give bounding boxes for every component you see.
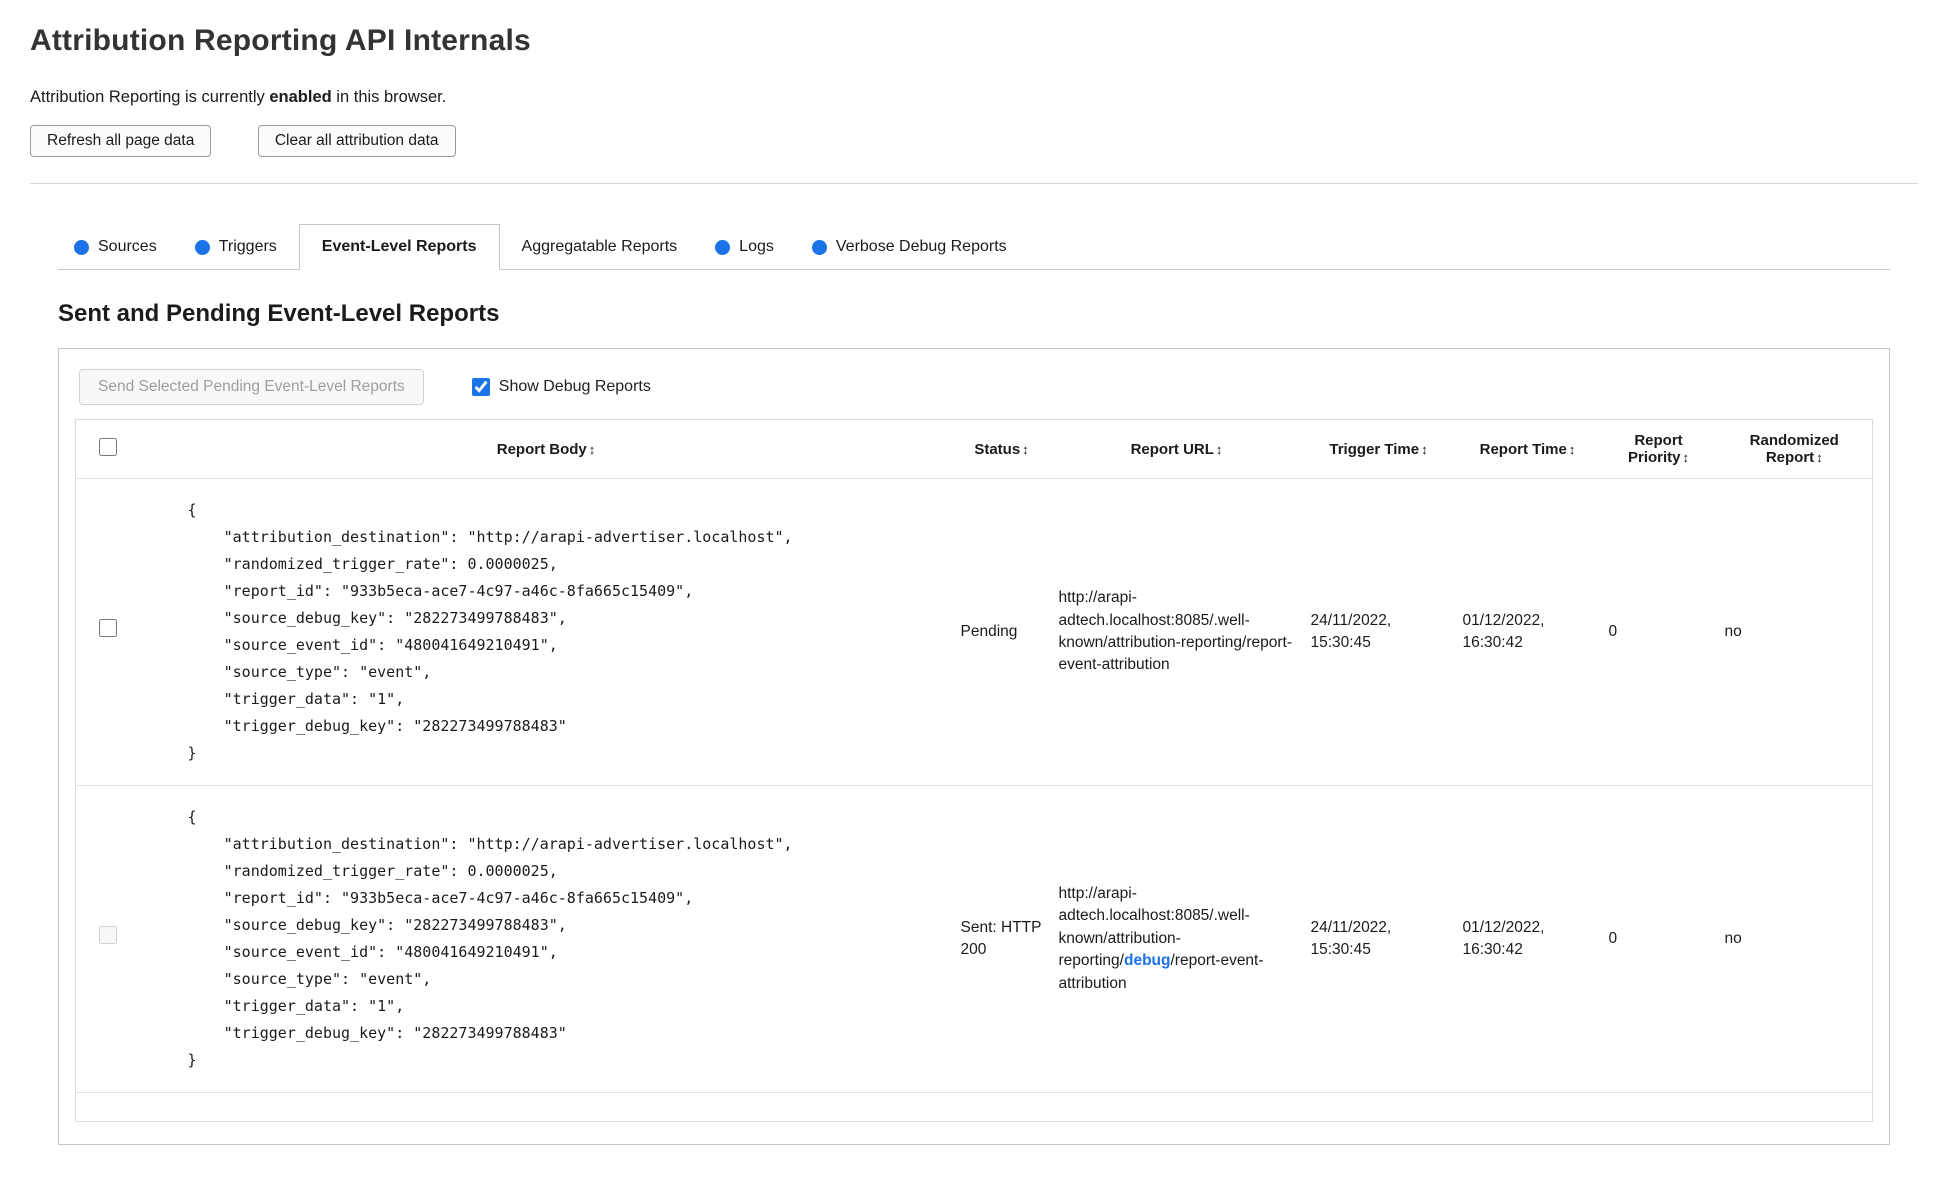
sort-icon: ↕ bbox=[1215, 441, 1223, 457]
col-header-report-priority[interactable]: Report Priority ↕ bbox=[1601, 420, 1717, 479]
refresh-all-button[interactable]: Refresh all page data bbox=[30, 125, 212, 157]
sort-icon: ↕ bbox=[1022, 441, 1029, 457]
show-debug-label: Show Debug Reports bbox=[498, 378, 651, 395]
status-text: Attribution Reporting is currently enabl… bbox=[30, 88, 1918, 107]
col-status-label: Status bbox=[974, 440, 1021, 458]
triggers-status-dot-icon bbox=[194, 239, 210, 255]
reports-table: Report Body ↕ Status ↕ Report URL ↕ Trigger… bbox=[75, 419, 1873, 1122]
report-priority: 0 bbox=[1608, 622, 1618, 640]
col-header-status[interactable]: Status ↕ bbox=[953, 420, 1051, 479]
report-status: Pending bbox=[960, 622, 1018, 640]
attribution-internals-page: Attribution Reporting API Internals Attr… bbox=[0, 0, 1948, 1175]
report-url: http://arapi-adtech.localhost:8085/.well… bbox=[1051, 479, 1303, 786]
randomized-report: no bbox=[1724, 622, 1742, 640]
tab-aggregatable-reports[interactable]: Aggregatable Reports bbox=[506, 225, 694, 269]
tab-verbose-debug-reports-label: Verbose Debug Reports bbox=[835, 238, 1007, 255]
sort-icon: ↕ bbox=[1568, 441, 1576, 457]
row-checkbox[interactable] bbox=[98, 619, 117, 638]
col-header-report-url[interactable]: Report URL ↕ bbox=[1051, 420, 1303, 479]
col-header-trigger-time[interactable]: Trigger Time ↕ bbox=[1303, 420, 1455, 479]
tab-logs[interactable]: Logs bbox=[699, 225, 790, 269]
logs-status-dot-icon bbox=[715, 239, 731, 255]
table-header-row: Report Body ↕ Status ↕ Report URL ↕ Trigger… bbox=[75, 420, 1873, 479]
divider bbox=[30, 183, 1918, 184]
report-time: 01/12/2022, 16:30:42 bbox=[1462, 918, 1545, 958]
col-report-url-label: Report URL bbox=[1130, 440, 1214, 458]
top-buttons: Refresh all page data Clear all attribut… bbox=[30, 125, 1918, 157]
randomized-report: no bbox=[1724, 929, 1742, 947]
report-url: http://arapi-adtech.localhost:8085/.well… bbox=[1051, 786, 1303, 1093]
clear-all-button[interactable]: Clear all attribution data bbox=[257, 125, 456, 157]
tab-event-level-reports[interactable]: Event-Level Reports bbox=[298, 224, 500, 270]
sort-icon: ↕ bbox=[1816, 450, 1823, 465]
page-title: Attribution Reporting API Internals bbox=[30, 24, 531, 57]
section-heading: Sent and Pending Event-Level Reports bbox=[58, 300, 500, 327]
report-url-text: http://arapi-adtech.localhost:8085/.well… bbox=[1058, 589, 1292, 674]
col-header-report-body[interactable]: Report Body ↕ bbox=[140, 420, 953, 479]
tab-event-level-reports-label: Event-Level Reports bbox=[321, 238, 477, 255]
tab-triggers[interactable]: Triggers bbox=[179, 225, 293, 269]
col-report-body-label: Report Body bbox=[496, 440, 587, 458]
tab-sources[interactable]: Sources bbox=[58, 225, 173, 269]
report-body-json: { "attribution_destination": "http://ara… bbox=[187, 808, 793, 1069]
select-all-checkbox[interactable] bbox=[98, 438, 117, 456]
report-status: Sent: HTTP 200 bbox=[960, 918, 1042, 958]
show-debug-checkbox[interactable] bbox=[471, 378, 490, 396]
show-debug-toggle[interactable]: Show Debug Reports bbox=[471, 378, 651, 396]
verbose-debug-status-dot-icon bbox=[811, 239, 827, 255]
col-report-priority-label: Report Priority bbox=[1627, 432, 1683, 466]
tab-strip: Sources Triggers Event-Level Reports Agg… bbox=[58, 224, 1890, 270]
col-randomized-report-label: Randomized Report bbox=[1749, 432, 1839, 466]
sort-icon: ↕ bbox=[1421, 441, 1428, 457]
send-selected-button[interactable]: Send Selected Pending Event-Level Report… bbox=[79, 369, 424, 405]
sort-icon: ↕ bbox=[1682, 450, 1690, 465]
table-footer-row bbox=[76, 1093, 1873, 1122]
col-report-time-label: Report Time bbox=[1479, 440, 1567, 458]
status-prefix: Attribution Reporting is currently bbox=[30, 88, 270, 106]
tab-verbose-debug-reports[interactable]: Verbose Debug Reports bbox=[796, 225, 1023, 269]
select-all-header[interactable] bbox=[76, 420, 140, 479]
status-enabled: enabled bbox=[269, 88, 332, 106]
report-row: { "attribution_destination": "http://ara… bbox=[75, 479, 1873, 786]
report-body-json: { "attribution_destination": "http://ara… bbox=[187, 501, 793, 762]
trigger-time: 24/11/2022, 15:30:45 bbox=[1310, 611, 1392, 651]
tab-triggers-label: Triggers bbox=[218, 238, 277, 255]
panel-controls: Send Selected Pending Event-Level Report… bbox=[79, 369, 1873, 405]
tab-aggregatable-reports-label: Aggregatable Reports bbox=[521, 238, 678, 255]
sources-status-dot-icon bbox=[74, 239, 89, 255]
row-checkbox bbox=[98, 926, 117, 945]
trigger-time: 24/11/2022, 15:30:45 bbox=[1310, 918, 1392, 958]
col-header-randomized-report[interactable]: Randomized Report ↕ bbox=[1717, 420, 1873, 479]
content-area: Sources Triggers Event-Level Reports Agg… bbox=[58, 224, 1890, 1145]
col-trigger-time-label: Trigger Time bbox=[1329, 440, 1420, 458]
report-priority: 0 bbox=[1608, 929, 1618, 947]
status-suffix: in this browser. bbox=[331, 88, 447, 106]
debug-highlight: debug bbox=[1123, 952, 1171, 970]
tab-logs-label: Logs bbox=[739, 238, 774, 255]
sort-icon: ↕ bbox=[588, 441, 596, 457]
report-time: 01/12/2022, 16:30:42 bbox=[1462, 611, 1545, 651]
reports-panel: Send Selected Pending Event-Level Report… bbox=[58, 348, 1890, 1145]
col-header-report-time[interactable]: Report Time ↕ bbox=[1455, 420, 1601, 479]
report-row: { "attribution_destination": "http://ara… bbox=[75, 786, 1873, 1093]
tab-sources-label: Sources bbox=[98, 238, 157, 255]
